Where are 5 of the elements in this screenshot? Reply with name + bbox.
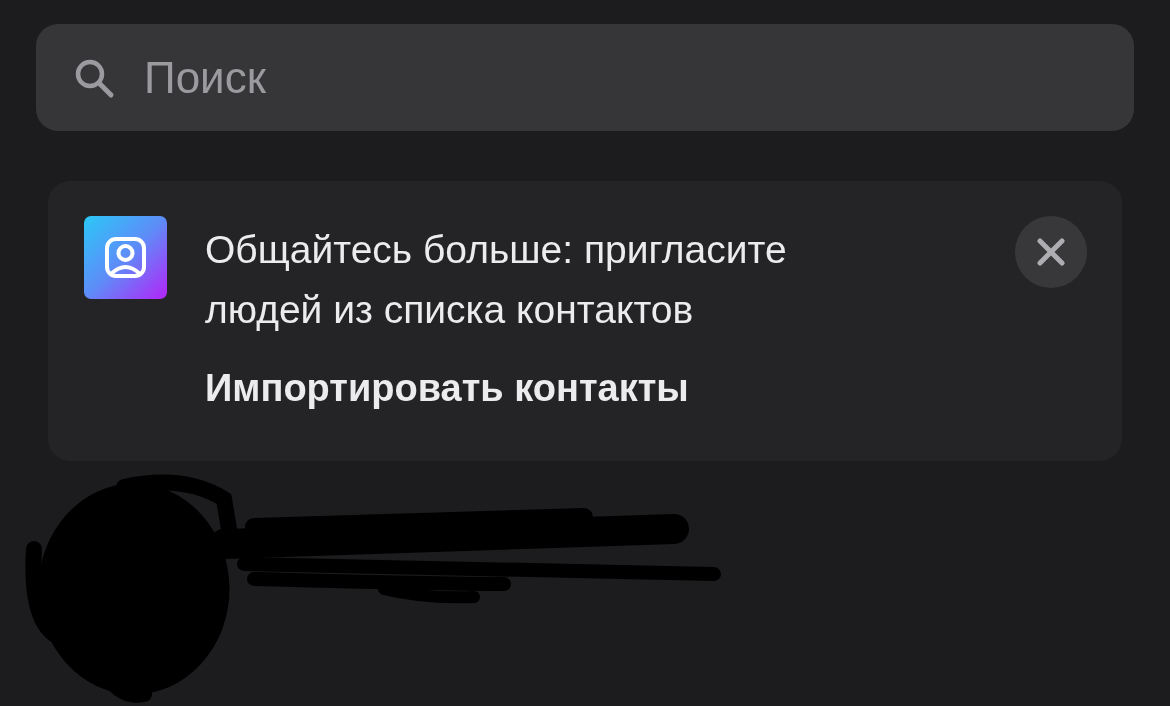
banner-message: Общайтесь больше: пригласите людей из списка контактов xyxy=(205,227,788,333)
contact-icon xyxy=(84,216,167,299)
import-contacts-link[interactable]: Импортировать контакты xyxy=(205,367,689,410)
search-field[interactable]: Поиск xyxy=(36,24,1134,131)
close-icon xyxy=(1035,236,1067,268)
